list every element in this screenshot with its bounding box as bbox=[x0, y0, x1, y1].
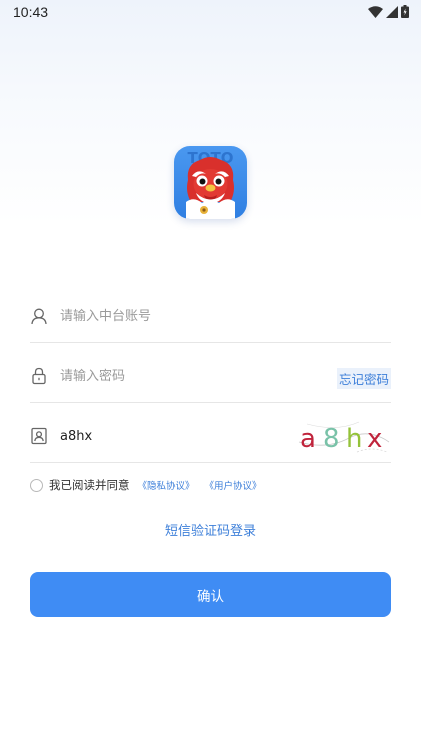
agreement-checkbox[interactable] bbox=[30, 478, 43, 492]
user-icon bbox=[30, 307, 48, 325]
password-field: 忘记密码 bbox=[30, 351, 391, 403]
captcha-field: a 8 h x bbox=[30, 411, 391, 463]
login-screen: 10:43 请输入中台账号 忘记密码 a8hx a 8 h x 我已阅读并同意 … bbox=[0, 0, 421, 750]
agreement-row: 我已阅读并同意 《隐私协议》 《用户协议》 bbox=[30, 476, 272, 494]
privacy-policy-link[interactable]: 《隐私协议》 bbox=[138, 478, 195, 492]
sms-login-row: 短信验证码登录 bbox=[0, 520, 421, 539]
forgot-password-link[interactable]: 忘记密码 bbox=[336, 368, 391, 389]
captcha-char: h bbox=[346, 424, 362, 454]
status-bar: 10:43 bbox=[0, 0, 421, 24]
captcha-image[interactable]: a 8 h x bbox=[297, 418, 391, 456]
account-field bbox=[30, 291, 391, 343]
id-card-icon bbox=[30, 427, 48, 445]
captcha-char: 8 bbox=[323, 424, 340, 454]
account-input[interactable] bbox=[60, 305, 300, 327]
captcha-input[interactable] bbox=[60, 425, 300, 447]
sms-login-link[interactable]: 短信验证码登录 bbox=[165, 524, 256, 539]
lion-mascot-logo-icon: TOTO bbox=[174, 146, 247, 219]
battery-icon bbox=[401, 5, 409, 18]
captcha-char: x bbox=[367, 424, 382, 454]
confirm-button[interactable]: 确认 bbox=[30, 572, 391, 617]
user-agreement-link[interactable]: 《用户协议》 bbox=[205, 478, 262, 492]
agreement-text: 我已阅读并同意 bbox=[49, 478, 130, 492]
captcha-char: a bbox=[300, 424, 316, 454]
cellular-signal-icon bbox=[386, 5, 398, 18]
password-input[interactable] bbox=[60, 365, 300, 387]
status-time: 10:43 bbox=[13, 4, 49, 20]
app-logo: TOTO bbox=[174, 146, 247, 219]
lock-icon bbox=[30, 367, 48, 385]
wifi-icon bbox=[368, 5, 383, 18]
status-icons bbox=[368, 5, 409, 18]
